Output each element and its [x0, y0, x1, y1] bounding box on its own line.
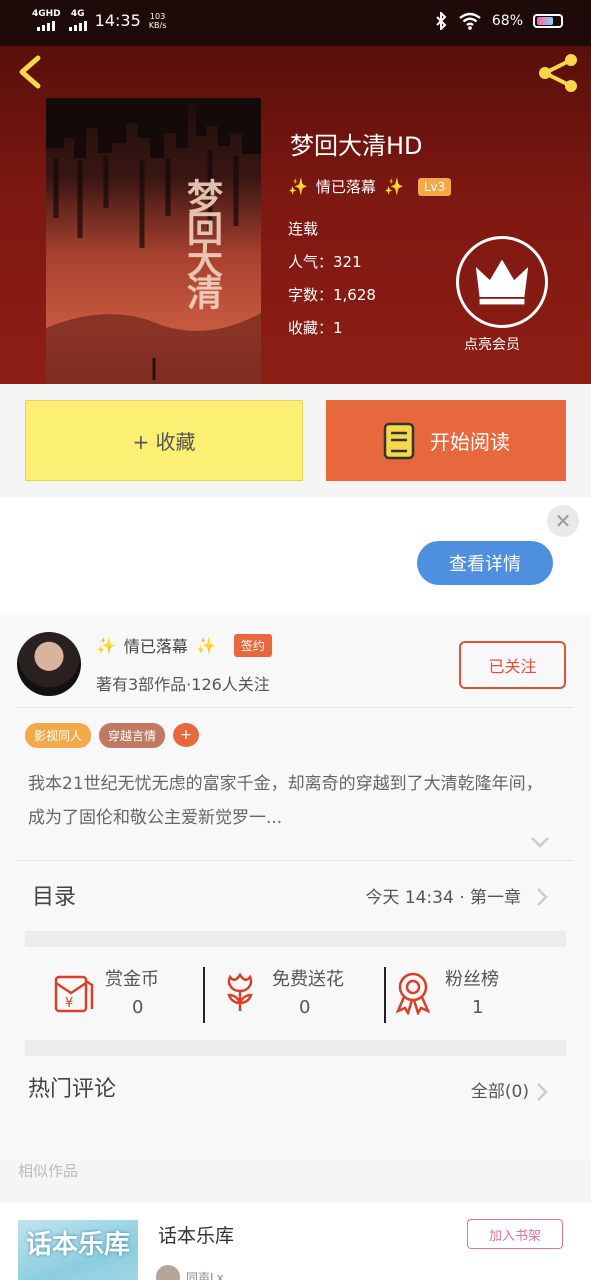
book-author-row[interactable]: ✨ 情已落幕 ✨ Lv3	[288, 176, 452, 197]
vip-label[interactable]: 点亮会员	[464, 334, 520, 354]
cover-title-art: 梦回大清	[181, 178, 223, 306]
signal-1: 4GHD	[32, 10, 61, 31]
sparkle-icon: ✨	[96, 635, 116, 655]
author-card: ✨ 情已落幕 ✨ 签约 著有3部作品·126人关注 已关注 影视同人 穿越言情 …	[0, 615, 591, 1160]
cover-title-art: 话本乐库	[26, 1230, 131, 1260]
vip-crown-icon[interactable]	[456, 236, 548, 328]
add-favorite-button[interactable]: + 收藏	[25, 400, 303, 481]
similar-works-heading: 相似作品	[18, 1162, 79, 1180]
stat-label: 免费送花	[272, 969, 344, 990]
tag[interactable]: 穿越言情	[99, 723, 166, 748]
similar-work-title[interactable]: 话本乐库	[158, 1221, 234, 1248]
avatar	[156, 1265, 180, 1280]
medal-icon	[395, 972, 431, 1015]
signal-2: 4G	[68, 9, 87, 31]
favorite-label: + 收藏	[132, 430, 196, 454]
flower-icon	[227, 972, 253, 1011]
signal-1-label: 4GHD	[32, 9, 61, 19]
stat-value: 0	[132, 997, 144, 1018]
stat-divider	[203, 967, 205, 1023]
back-arrow-icon[interactable]	[14, 54, 48, 90]
bluetooth-icon	[436, 12, 447, 30]
book-favorites: 收藏：1	[288, 319, 343, 337]
book-popularity: 人气：321	[288, 253, 362, 271]
signed-badge: 签约	[233, 633, 272, 657]
sparkle-icon: ✨	[288, 177, 308, 196]
follow-button[interactable]: 已关注	[459, 641, 566, 689]
battery-icon	[533, 14, 563, 28]
book-icon	[383, 422, 415, 459]
section-band	[25, 1040, 566, 1056]
chevron-right-icon	[537, 888, 548, 906]
share-icon[interactable]	[535, 50, 581, 96]
close-icon[interactable]: ✕	[547, 505, 579, 537]
action-bar: + 收藏 开始阅读	[0, 384, 591, 497]
stat-flowers[interactable]: 免费送花 0	[217, 963, 377, 1025]
book-hero: 梦回大清 梦回大清HD ✨ 情已落幕 ✨ Lv3 连载 人气：321 字数：1,…	[0, 46, 591, 384]
ad-banner: ✕ 查看详情	[0, 497, 591, 615]
similar-work-author-name: 同声Lx	[186, 1270, 224, 1280]
wifi-icon	[459, 12, 481, 30]
book-cover[interactable]: 梦回大清	[46, 98, 261, 384]
book-title: 梦回大清HD	[290, 132, 423, 160]
red-envelope-icon: ¥	[54, 975, 94, 1013]
book-word-count: 字数：1,628	[288, 286, 376, 304]
all-comments-link[interactable]: 全部(0)	[471, 1077, 529, 1102]
hot-comments-title: 热门评论	[28, 1077, 117, 1102]
cover-skyline-art	[46, 98, 261, 384]
stat-divider	[384, 967, 386, 1023]
book-status: 连载	[288, 220, 319, 238]
similar-work-cover[interactable]: 话本乐库	[18, 1220, 138, 1280]
divider	[16, 707, 574, 708]
stat-value: 0	[299, 997, 311, 1018]
svg-text:¥: ¥	[65, 996, 73, 1011]
add-tag-button[interactable]: +	[173, 723, 200, 747]
chevron-down-icon[interactable]	[530, 835, 550, 849]
book-author: 情已落幕	[315, 178, 376, 196]
author-stats: 著有3部作品·126人关注	[96, 675, 270, 694]
stat-value: 1	[472, 997, 484, 1018]
author-avatar[interactable]	[17, 632, 81, 696]
signal-bars-icon	[68, 19, 87, 31]
sparkle-icon: ✨	[195, 635, 216, 655]
tag-list: 影视同人 穿越言情 +	[25, 723, 200, 748]
reward-stats: ¥ 赏金币 0 免费送花 0 粉丝榜 1	[25, 963, 566, 1043]
clock: 14:35	[94, 11, 141, 30]
status-bar: 4GHD 4G 14:35 103 KB/s 68%	[0, 0, 591, 46]
similar-work-item[interactable]: 话本乐库 话本乐库 加入书架 同声Lx	[0, 1203, 591, 1280]
stat-coins[interactable]: ¥ 赏金币 0	[50, 963, 210, 1025]
latest-chapter: 今天 14:34 · 第一章	[365, 888, 521, 908]
chevron-right-icon[interactable]	[536, 1082, 548, 1102]
read-label: 开始阅读	[430, 430, 510, 454]
network-speed: 103 KB/s	[148, 11, 167, 30]
signal-2-label: 4G	[70, 9, 85, 19]
section-band	[25, 931, 566, 947]
view-details-button[interactable]: 查看详情	[417, 541, 553, 585]
author-name[interactable]: 情已落幕	[124, 633, 188, 657]
author-name-row: ✨ 情已落幕 ✨ 签约	[96, 633, 272, 657]
stat-fans[interactable]: 粉丝榜 1	[390, 963, 550, 1025]
start-reading-button[interactable]: 开始阅读	[326, 400, 566, 481]
add-to-shelf-button[interactable]: 加入书架	[467, 1219, 563, 1249]
battery-percent: 68%	[491, 13, 523, 29]
tag[interactable]: 影视同人	[25, 723, 92, 748]
similar-work-author: 同声Lx	[156, 1265, 224, 1280]
sparkle-icon: ✨	[383, 177, 404, 196]
signal-bars-icon	[37, 19, 56, 31]
stat-label: 粉丝榜	[445, 969, 499, 990]
synopsis: 我本21世纪无忧无虑的富家千金，却离奇的穿越到了大清乾隆年间，成为了固伦和敬公主…	[28, 774, 543, 828]
stat-label: 赏金币	[105, 969, 159, 990]
toc-title: 目录	[32, 885, 77, 910]
level-badge: Lv3	[417, 177, 452, 196]
table-of-contents-row[interactable]: 目录 今天 14:34 · 第一章	[0, 861, 591, 931]
